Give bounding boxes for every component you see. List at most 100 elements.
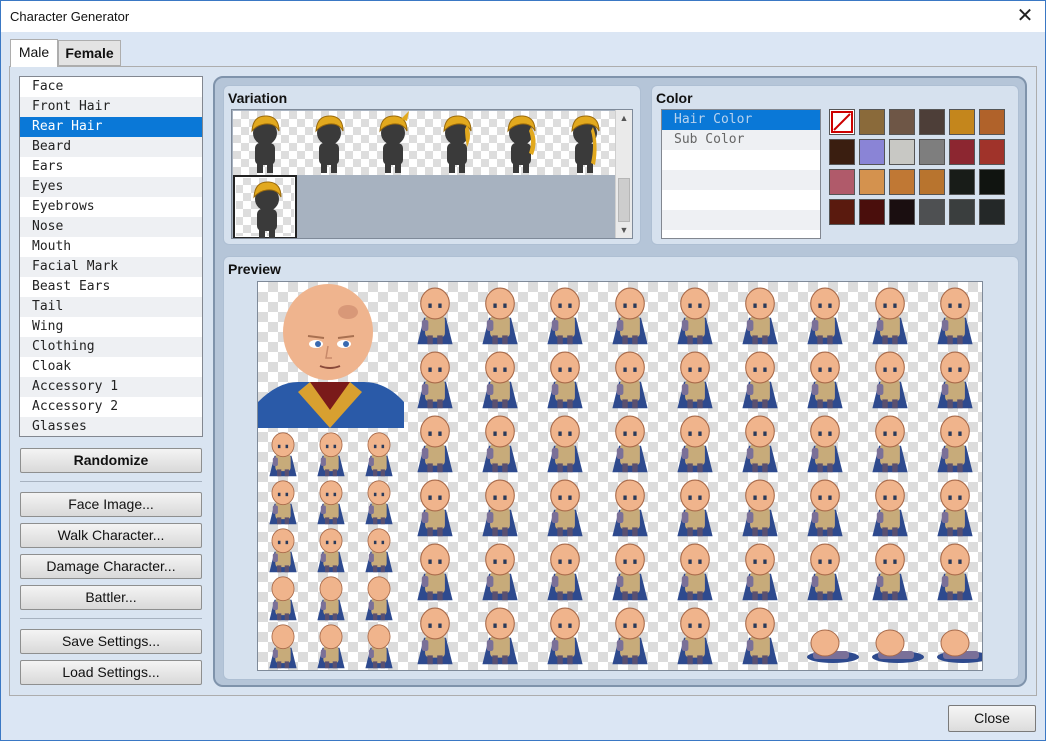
parts-list-item[interactable]: Beard [20,137,202,157]
sprite [742,415,778,473]
tab-female[interactable]: Female [58,40,121,66]
color-swatch[interactable] [889,139,915,165]
sprite [365,528,393,573]
preview-canvas [257,281,983,671]
color-swatch[interactable] [859,169,885,195]
no-color-swatch[interactable] [829,109,855,135]
walk-character-button[interactable]: Walk Character... [20,523,202,548]
color-swatch[interactable] [919,109,945,135]
parts-list-item[interactable]: Wing [20,317,202,337]
sprite [365,480,393,525]
color-swatch[interactable] [949,139,975,165]
sprite [365,432,393,477]
sprite [742,607,778,665]
color-swatch[interactable] [979,109,1005,135]
sprite [417,543,453,601]
color-target-list[interactable]: Hair Color Sub Color [661,109,821,239]
parts-list-item[interactable]: Accessory 2 [20,397,202,417]
sprite [417,607,453,665]
color-swatch[interactable] [949,109,975,135]
parts-list-item[interactable]: Rear Hair [20,117,202,137]
color-swatch[interactable] [889,199,915,225]
color-swatch[interactable] [829,169,855,195]
sprite [807,415,843,473]
parts-list-item[interactable]: Clothing [20,337,202,357]
color-swatch[interactable] [889,109,915,135]
color-swatch[interactable] [829,139,855,165]
variation-thumbnail[interactable] [425,111,489,175]
sprite [482,543,518,601]
color-target-empty-row [662,170,820,190]
face-image-button[interactable]: Face Image... [20,492,202,517]
sprite [612,479,648,537]
variation-thumbnail[interactable] [297,111,361,175]
sprite [937,479,973,537]
sprite [937,415,973,473]
sprite [677,287,713,345]
close-button[interactable]: Close [948,705,1036,732]
parts-list-item[interactable]: Face [20,77,202,97]
color-swatch[interactable] [859,139,885,165]
battler-button[interactable]: Battler... [20,585,202,610]
window-close-icon[interactable]: ✕ [1013,4,1037,28]
sprite [269,528,297,573]
sprite [677,479,713,537]
sprite [417,287,453,345]
color-swatch[interactable] [979,139,1005,165]
load-settings-button[interactable]: Load Settings... [20,660,202,685]
sprite [807,629,859,663]
variation-thumbnail[interactable] [233,175,297,238]
parts-list-item[interactable]: Glasses [20,417,202,436]
color-swatch[interactable] [919,139,945,165]
color-title: Color [656,90,693,106]
parts-list-item[interactable]: Nose [20,217,202,237]
color-target-item[interactable]: Sub Color [662,130,820,150]
face-portrait [258,284,404,428]
save-settings-button[interactable]: Save Settings... [20,629,202,654]
scroll-up-icon[interactable]: ▲ [616,110,632,126]
sprite [937,287,973,345]
color-swatch[interactable] [859,109,885,135]
variation-thumbnail[interactable] [489,111,553,175]
sprite [677,351,713,409]
color-swatch[interactable] [889,169,915,195]
parts-list-item[interactable]: Beast Ears [20,277,202,297]
parts-list-item[interactable]: Facial Mark [20,257,202,277]
variation-thumbnail[interactable] [233,111,297,175]
sprite [365,576,393,621]
parts-list-item[interactable]: Ears [20,157,202,177]
color-swatch[interactable] [919,199,945,225]
color-swatch[interactable] [949,199,975,225]
sprite [807,543,843,601]
variation-thumbnail[interactable] [553,111,617,175]
tab-male[interactable]: Male [10,39,58,67]
parts-list-item[interactable]: Accessory 1 [20,377,202,397]
sprite [317,432,345,477]
sprite [807,287,843,345]
parts-list[interactable]: Face Front Hair Rear Hair Beard Ears Eyes Eyeb… [19,76,203,437]
color-swatch[interactable] [829,199,855,225]
color-swatch[interactable] [979,199,1005,225]
parts-list-item[interactable]: Front Hair [20,97,202,117]
color-swatch[interactable] [919,169,945,195]
scroll-down-icon[interactable]: ▼ [616,222,632,238]
color-target-item[interactable]: Hair Color [662,110,820,130]
color-target-empty-row [662,210,820,230]
variation-thumbnail[interactable] [361,111,425,175]
color-swatch[interactable] [979,169,1005,195]
sprite [677,415,713,473]
scroll-thumb[interactable] [618,178,630,222]
parts-list-item[interactable]: Tail [20,297,202,317]
sprite [742,479,778,537]
parts-list-item[interactable]: Eyebrows [20,197,202,217]
parts-list-item[interactable]: Mouth [20,237,202,257]
parts-list-item[interactable]: Cloak [20,357,202,377]
sprite [547,287,583,345]
variation-scrollbar[interactable]: ▲ ▼ [615,110,632,238]
variation-list[interactable]: ▲ ▼ [231,109,633,239]
parts-list-item[interactable]: Eyes [20,177,202,197]
color-swatch[interactable] [949,169,975,195]
damage-character-button[interactable]: Damage Character... [20,554,202,579]
color-swatch[interactable] [859,199,885,225]
randomize-button[interactable]: Randomize [20,448,202,473]
